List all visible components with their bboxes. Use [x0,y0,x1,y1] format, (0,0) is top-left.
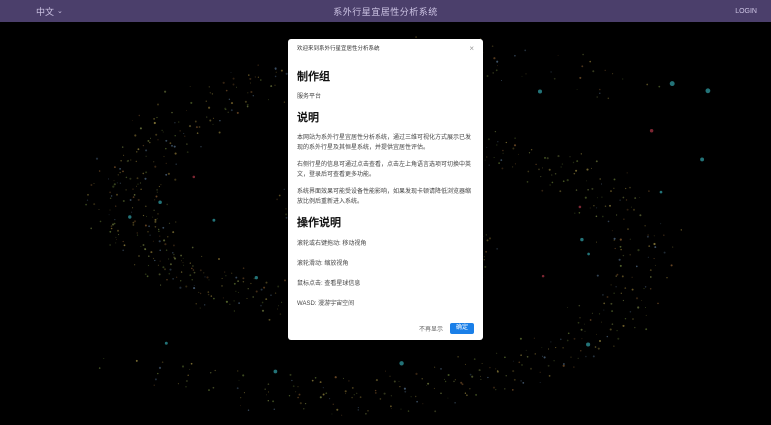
language-label: 中文 [36,6,55,17]
dialog-header: 欢迎来到系外行星宜居性分析系统 × [297,45,474,58]
dialog-title: 欢迎来到系外行星宜居性分析系统 [297,46,380,52]
operation-item: 滚轮滑动: 缩放视角 [297,261,349,267]
description-paragraph: 右侧行星的信息可通过点击查看，点击左上角语言选项可切换中英文，登录后可查看更多功… [297,162,472,178]
operation-item: 滚轮或右键拖动: 移动视角 [297,241,367,247]
description-heading: 说明 [297,112,319,124]
dont-show-again-button[interactable]: 不再显示 [419,324,443,333]
language-selector[interactable]: 中文 ⌄ [36,0,63,22]
login-button[interactable]: LOGIN [735,0,757,22]
top-bar: 中文 ⌄ 系外行星宜居性分析系统 LOGIN [0,0,771,22]
app-title: 系外行星宜居性分析系统 [333,6,438,17]
description-paragraph: 本网站为系外行星宜居性分析系统，通过三维可视化方式展示已发现的系外行星及其恒星系… [297,135,472,151]
operation-item: WASD: 漫游宇宙空间 [297,301,355,307]
welcome-dialog: 欢迎来到系外行星宜居性分析系统 × 制作组 服务平台 说明 本网站为系外行星宜居… [288,39,483,340]
confirm-button[interactable]: 确定 [449,323,474,334]
operation-item: 鼠标点击: 查看星球信息 [297,281,361,287]
chevron-down-icon: ⌄ [57,8,63,15]
dialog-footer: 不再显示 确定 [419,323,474,334]
description-paragraph: 系统界面效果可能受设备性能影响，如果发现卡顿请降低浏览器缩放比例后重新进入系统。 [297,189,472,205]
operations-heading: 操作说明 [297,217,341,229]
team-heading: 制作组 [297,71,330,83]
close-icon[interactable]: × [469,45,474,53]
team-text: 服务平台 [297,94,322,100]
dialog-body: 制作组 服务平台 说明 本网站为系外行星宜居性分析系统，通过三维可视化方式展示已… [297,63,474,313]
